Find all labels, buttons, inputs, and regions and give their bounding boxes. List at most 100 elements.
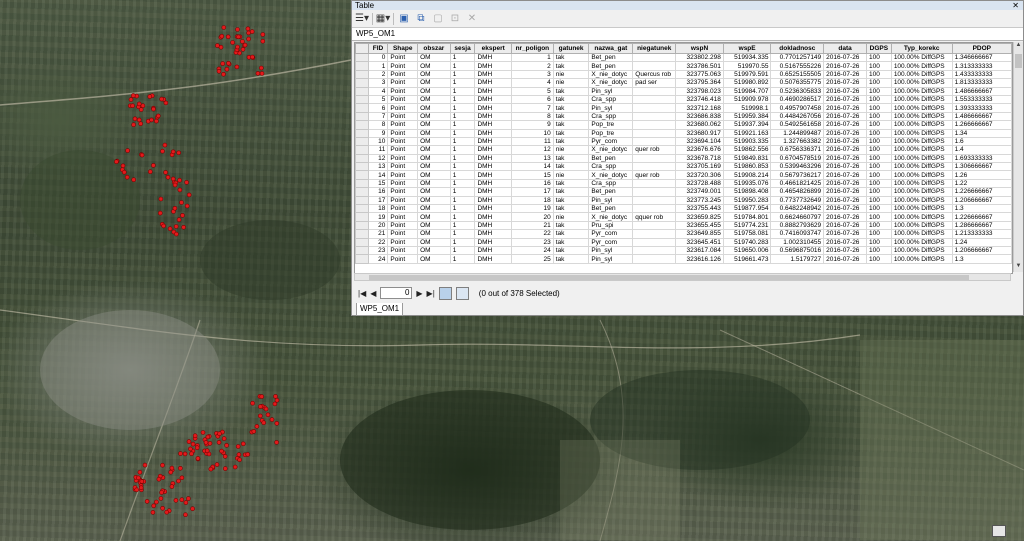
table-cell[interactable]: Pop_tre bbox=[588, 120, 634, 130]
table-cell[interactable]: Point bbox=[387, 245, 419, 256]
survey-point[interactable] bbox=[136, 101, 142, 107]
survey-point[interactable] bbox=[274, 421, 280, 426]
table-cell[interactable]: tak bbox=[552, 204, 590, 214]
row-selector[interactable] bbox=[355, 120, 369, 130]
table-cell[interactable]: Point bbox=[387, 237, 419, 248]
table-cell[interactable]: 519661.473 bbox=[722, 254, 772, 264]
table-cell[interactable]: 519979.591 bbox=[722, 69, 772, 80]
first-record-icon[interactable]: |◀ bbox=[358, 289, 366, 298]
table-cell[interactable]: 100 bbox=[865, 212, 892, 222]
survey-point[interactable] bbox=[188, 446, 193, 452]
survey-point[interactable] bbox=[154, 499, 159, 505]
survey-point[interactable] bbox=[261, 420, 267, 426]
table-cell[interactable] bbox=[632, 187, 677, 197]
table-cell[interactable]: Bet_pen bbox=[588, 61, 634, 71]
survey-point[interactable] bbox=[240, 47, 246, 52]
survey-point[interactable] bbox=[251, 429, 257, 434]
table-cell[interactable] bbox=[632, 103, 677, 113]
table-cell[interactable]: 2016-07-26 bbox=[823, 187, 867, 197]
survey-point[interactable] bbox=[254, 424, 260, 429]
table-cell[interactable]: 1.486666667 bbox=[951, 86, 1012, 96]
survey-point[interactable] bbox=[140, 103, 146, 108]
table-cell[interactable]: 100 bbox=[865, 69, 892, 80]
table-cell[interactable] bbox=[632, 86, 677, 96]
table-cell[interactable]: 6 bbox=[367, 103, 389, 113]
table-cell[interactable] bbox=[632, 162, 677, 172]
show-selected-records-icon[interactable] bbox=[455, 286, 469, 300]
table-cell[interactable]: 24 bbox=[367, 254, 389, 264]
table-cell[interactable]: OM bbox=[417, 145, 451, 155]
table-cell[interactable]: 0.6525155505 bbox=[770, 69, 825, 80]
vertical-scrollbar[interactable]: ▲ ▼ bbox=[1013, 42, 1023, 272]
table-row[interactable]: 0 Point OM 1 DMH 1 tak Bet_pen 323802.298 519934.… bbox=[355, 52, 1012, 63]
table-options-icon[interactable]: ☰▾ bbox=[355, 13, 369, 25]
table-cell[interactable]: 21 bbox=[367, 229, 389, 239]
table-cell[interactable]: tak bbox=[552, 229, 590, 239]
table-cell[interactable]: 15 bbox=[367, 178, 389, 189]
table-cell[interactable]: 1 bbox=[449, 212, 476, 222]
table-cell[interactable]: 100 bbox=[865, 52, 892, 63]
column-header[interactable]: ekspert bbox=[474, 43, 512, 54]
table-cell[interactable]: DMH bbox=[474, 145, 512, 155]
table-cell[interactable]: 100.00% DiffGPS bbox=[890, 245, 953, 256]
table-cell[interactable]: Point bbox=[387, 178, 419, 189]
survey-point[interactable] bbox=[167, 226, 173, 231]
table-cell[interactable]: OM bbox=[417, 78, 451, 88]
table-cell[interactable]: 1 bbox=[510, 52, 554, 63]
table-cell[interactable]: Point bbox=[387, 69, 419, 80]
table-cell[interactable]: 100.00% DiffGPS bbox=[890, 69, 953, 80]
row-selector[interactable] bbox=[355, 153, 369, 164]
table-cell[interactable]: 100.00% DiffGPS bbox=[890, 103, 953, 113]
table-cell[interactable]: 100 bbox=[865, 145, 892, 155]
survey-point[interactable] bbox=[186, 496, 191, 501]
table-cell[interactable]: 19 bbox=[510, 204, 554, 214]
table-row[interactable]: 22 Point OM 1 DMH 23 tak Pyr_com 323645.451 51974… bbox=[355, 237, 1012, 248]
table-cell[interactable]: 17 bbox=[510, 187, 554, 197]
delete-selected-icon[interactable]: ✕ bbox=[465, 13, 479, 25]
table-cell[interactable]: qquer rob bbox=[632, 212, 677, 222]
table-cell[interactable]: 4 bbox=[367, 86, 389, 96]
row-selector[interactable] bbox=[355, 103, 369, 113]
table-cell[interactable]: X_nie_dotyc bbox=[588, 78, 634, 88]
table-cell[interactable]: 23 bbox=[367, 245, 389, 256]
table-row[interactable]: 17 Point OM 1 DMH 18 tak Pin_syl 323773.245 51995… bbox=[355, 195, 1012, 206]
table-cell[interactable]: 100 bbox=[865, 128, 892, 138]
row-selector[interactable] bbox=[355, 61, 369, 71]
table-cell[interactable]: OM bbox=[417, 195, 451, 206]
table-cell[interactable]: 12 bbox=[367, 153, 389, 164]
table-cell[interactable]: tak bbox=[552, 254, 590, 264]
table-cell[interactable]: Point bbox=[387, 229, 419, 239]
table-cell[interactable]: 1 bbox=[449, 153, 476, 164]
table-cell[interactable]: 100 bbox=[865, 170, 892, 180]
table-cell[interactable]: OM bbox=[417, 69, 451, 80]
survey-point[interactable] bbox=[176, 217, 182, 222]
table-cell[interactable] bbox=[632, 120, 677, 130]
table-cell[interactable]: Pyr_com bbox=[588, 229, 634, 239]
table-cell[interactable]: 323705.169 bbox=[675, 162, 724, 172]
table-cell[interactable]: pad ser bbox=[632, 78, 677, 88]
survey-point[interactable] bbox=[224, 66, 230, 72]
table-cell[interactable]: OM bbox=[417, 52, 451, 63]
table-cell[interactable]: 0.6756336371 bbox=[770, 145, 825, 155]
survey-point[interactable] bbox=[128, 97, 134, 102]
table-row[interactable]: 3 Point OM 1 DMH 4 nie X_nie_dotyc pad ser 323795… bbox=[355, 78, 1012, 88]
survey-point[interactable] bbox=[114, 159, 119, 164]
survey-point[interactable] bbox=[181, 225, 186, 230]
table-cell[interactable]: DMH bbox=[474, 52, 512, 63]
table-cell[interactable]: 1.002310455 bbox=[770, 237, 825, 248]
table-cell[interactable] bbox=[632, 136, 677, 147]
column-header[interactable]: Typ_korekc bbox=[890, 43, 953, 54]
table-cell[interactable]: 7 bbox=[510, 103, 554, 113]
table-cell[interactable]: OM bbox=[417, 254, 451, 264]
zoom-to-selected-icon[interactable]: ⊡ bbox=[448, 13, 462, 25]
table-cell[interactable]: tak bbox=[552, 245, 590, 256]
table-cell[interactable]: 1 bbox=[449, 52, 476, 63]
table-row[interactable]: 12 Point OM 1 DMH 13 tak Bet_pen 323678.718 51984… bbox=[355, 153, 1012, 164]
table-cell[interactable]: 100 bbox=[865, 86, 892, 96]
table-cell[interactable]: Point bbox=[387, 145, 419, 155]
table-row[interactable]: 19 Point OM 1 DMH 20 nie X_nie_dotyc qquer rob 32… bbox=[355, 212, 1012, 222]
survey-point[interactable] bbox=[263, 406, 269, 412]
survey-point[interactable] bbox=[164, 509, 169, 515]
table-cell[interactable]: Cra_spp bbox=[588, 94, 634, 105]
table-cell[interactable]: 519959.384 bbox=[722, 111, 772, 122]
